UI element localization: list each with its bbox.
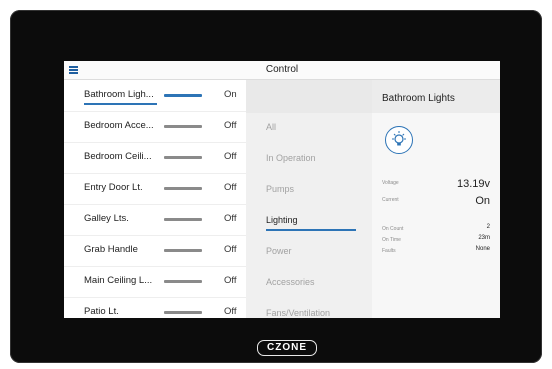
device-state: Off	[224, 151, 237, 162]
device-state: Off	[224, 275, 237, 286]
category-label: Lighting	[266, 215, 298, 225]
touch-screen: Control Bathroom Ligh... On Bedroom Acce…	[64, 61, 500, 318]
device-state: Off	[224, 120, 237, 131]
device-name: Bathroom Ligh...	[84, 89, 154, 100]
current-value: On	[475, 195, 490, 207]
category-label: Pumps	[266, 184, 295, 194]
page-title: Control	[265, 64, 299, 75]
category-label: All	[266, 122, 277, 132]
switch-slider[interactable]	[164, 156, 202, 159]
top-bar: Control	[64, 61, 500, 80]
switch-slider[interactable]	[164, 94, 202, 97]
switch-slider[interactable]	[164, 218, 202, 221]
device-name: Bedroom Acce...	[84, 120, 154, 131]
faults-value: None	[475, 246, 490, 252]
list-item[interactable]: Bedroom Acce... Off	[64, 111, 246, 143]
category-filter: All In Operation Pumps Lighting Power Ac…	[246, 80, 372, 318]
category-label: In Operation	[266, 153, 316, 163]
current-label: Current	[382, 197, 399, 203]
device-name: Galley Lts.	[84, 213, 129, 224]
category-header	[246, 80, 372, 113]
detail-panel: Bathroom Lights Voltage 13.19v Current O…	[372, 80, 500, 318]
device-state: Off	[224, 213, 237, 224]
device-list: Bathroom Ligh... On Bedroom Acce... Off …	[64, 80, 246, 318]
device-name: Main Ceiling L...	[84, 275, 153, 286]
list-item[interactable]: Bedroom Ceili... Off	[64, 142, 246, 174]
category-pumps[interactable]: Pumps	[246, 175, 372, 206]
switch-slider[interactable]	[164, 311, 202, 314]
device-state: Off	[224, 244, 237, 255]
list-item[interactable]: Patio Lt. Off	[64, 297, 246, 318]
device-state: On	[224, 89, 237, 100]
list-item[interactable]: Entry Door Lt. Off	[64, 173, 246, 205]
switch-slider[interactable]	[164, 249, 202, 252]
list-item[interactable]: Grab Handle Off	[64, 235, 246, 267]
list-item[interactable]: Main Ceiling L... Off	[64, 266, 246, 298]
selected-underline	[84, 103, 157, 105]
current-row: Current On	[382, 195, 490, 207]
switch-slider[interactable]	[164, 125, 202, 128]
on-count-value: 2	[486, 224, 490, 230]
category-label: Power	[266, 246, 292, 256]
selected-underline	[266, 229, 356, 231]
category-all[interactable]: All	[246, 113, 372, 144]
detail-title: Bathroom Lights	[382, 93, 455, 104]
switch-slider[interactable]	[164, 280, 202, 283]
category-fans-ventilation[interactable]: Fans/Ventilation	[246, 299, 372, 318]
category-label: Accessories	[266, 277, 315, 287]
on-time-label: On Time	[382, 237, 401, 243]
faults-row: Faults None	[382, 246, 490, 258]
detail-header: Bathroom Lights	[372, 80, 500, 113]
lightbulb-icon[interactable]	[385, 126, 413, 154]
device-state: Off	[224, 306, 237, 317]
category-lighting[interactable]: Lighting	[246, 206, 372, 237]
device-name: Entry Door Lt.	[84, 182, 143, 193]
on-time-value: 23m	[478, 235, 490, 241]
device-state: Off	[224, 182, 237, 193]
category-in-operation[interactable]: In Operation	[246, 144, 372, 175]
faults-label: Faults	[382, 248, 396, 254]
list-item[interactable]: Galley Lts. Off	[64, 204, 246, 236]
voltage-value: 13.19v	[456, 178, 490, 190]
category-power[interactable]: Power	[246, 237, 372, 268]
voltage-row: Voltage 13.19v	[382, 178, 490, 190]
on-count-label: On Count	[382, 226, 404, 232]
device-name: Grab Handle	[84, 244, 138, 255]
category-accessories[interactable]: Accessories	[246, 268, 372, 299]
device-name: Patio Lt.	[84, 306, 119, 317]
category-label: Fans/Ventilation	[266, 308, 331, 318]
voltage-label: Voltage	[382, 180, 399, 186]
list-item[interactable]: Bathroom Ligh... On	[64, 80, 246, 112]
switch-slider[interactable]	[164, 187, 202, 190]
device-name: Bedroom Ceili...	[84, 151, 152, 162]
czone-logo: CZONE	[257, 340, 317, 356]
